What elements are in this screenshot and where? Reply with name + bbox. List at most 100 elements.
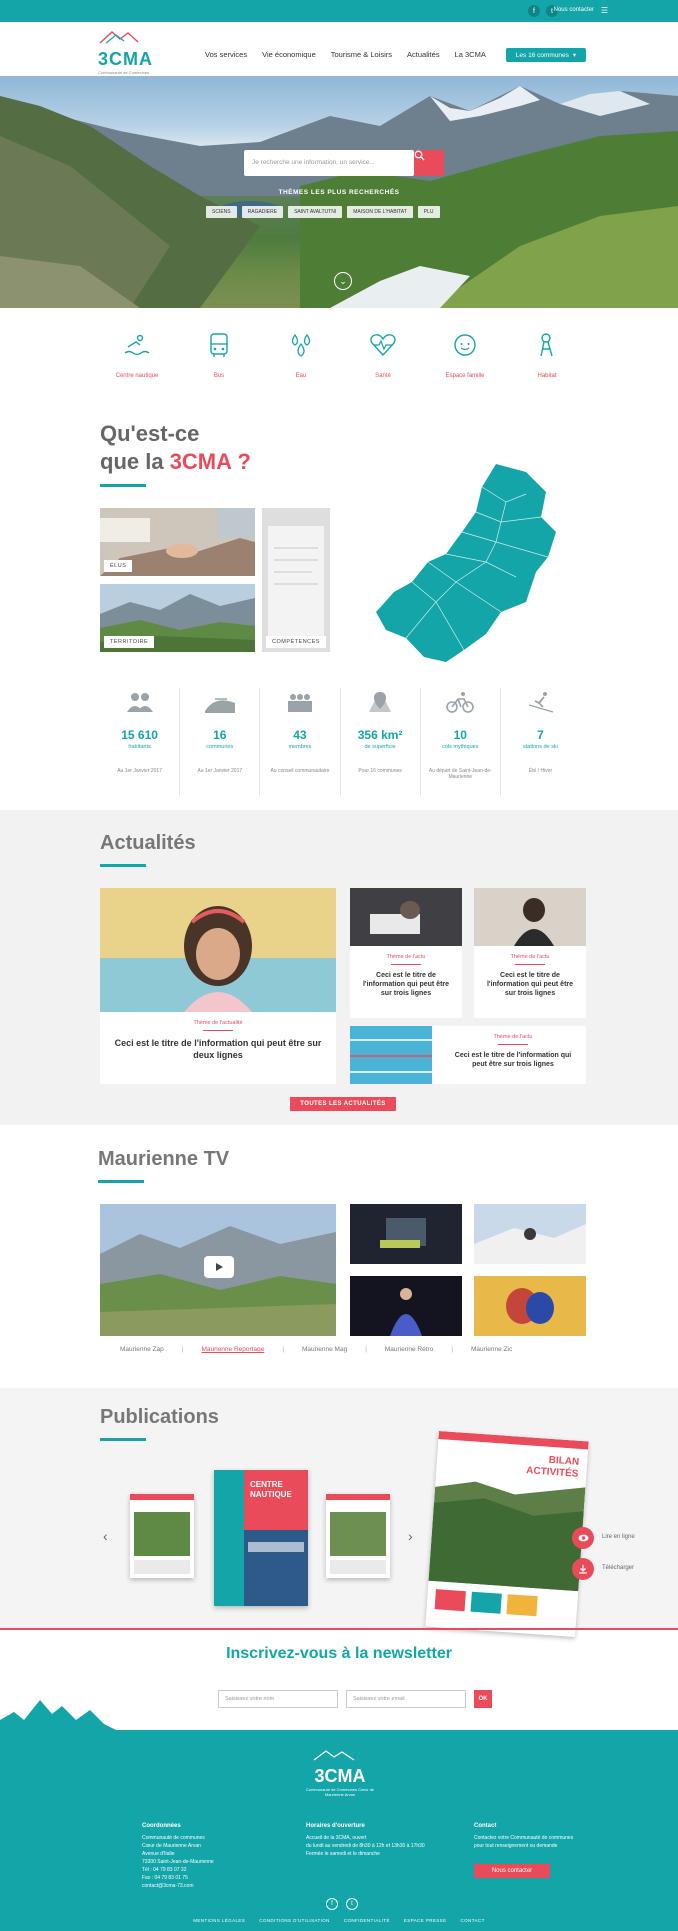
top-bar: f t Nous contacter ☰ bbox=[0, 0, 678, 22]
stat-note: Été / Hiver bbox=[528, 768, 553, 774]
news-theme: Thème de l'actu bbox=[510, 954, 550, 960]
search-icon bbox=[414, 150, 425, 161]
site-logo[interactable]: 3CMA Communauté de Communes Cœur de Maur… bbox=[98, 30, 158, 80]
tv-video-thumb[interactable] bbox=[350, 1276, 462, 1336]
publication-cover[interactable] bbox=[130, 1494, 194, 1578]
carousel-next-icon[interactable]: › bbox=[408, 1528, 413, 1544]
popular-tag[interactable]: MAISON DE L'HABITAT bbox=[347, 206, 413, 218]
news-featured-image bbox=[100, 888, 336, 1012]
tile-territoire[interactable]: TERRITOIRE bbox=[100, 584, 255, 652]
footer-link[interactable]: CONDITIONS D'UTILISATION bbox=[259, 1918, 330, 1923]
popular-tag[interactable]: PLU bbox=[417, 206, 440, 218]
publication-cover-centre-nautique[interactable]: CENTRE NAUTIQUE bbox=[214, 1470, 308, 1606]
scroll-down-icon[interactable]: ⌄ bbox=[334, 272, 352, 290]
service-habitat[interactable]: Habitat bbox=[512, 330, 582, 379]
news-title-underline bbox=[100, 864, 146, 867]
menu-icon[interactable]: ☰ bbox=[601, 6, 608, 15]
footer-logo[interactable]: 3CMA Communauté de Communes Cœur de Maur… bbox=[300, 1748, 380, 1797]
service-label: Centre nautique bbox=[115, 373, 159, 379]
download-label[interactable]: Télécharger bbox=[602, 1565, 634, 1571]
newsletter-title: Inscrivez-vous à la newsletter bbox=[226, 1645, 452, 1662]
popular-tag[interactable]: RAGADIERE bbox=[241, 206, 284, 218]
tab-maurienne-mag[interactable]: Maurienne Mag bbox=[302, 1346, 347, 1353]
search-button[interactable] bbox=[414, 150, 444, 176]
read-online-label[interactable]: Lire en ligne bbox=[602, 1534, 635, 1540]
employees-icon bbox=[287, 694, 312, 712]
footer-link[interactable]: ESPACE PRESSE bbox=[404, 1918, 447, 1923]
tv-video-thumb[interactable] bbox=[350, 1204, 462, 1264]
nav-item-services[interactable]: Vos services bbox=[205, 50, 247, 59]
tv-video-thumb[interactable] bbox=[474, 1276, 586, 1336]
popular-tag[interactable]: SCIENS bbox=[206, 206, 237, 218]
publication-featured-report[interactable]: BILAN ACTIVITÉS bbox=[425, 1431, 589, 1637]
contact-link[interactable]: Nous contacter bbox=[554, 7, 594, 13]
service-swimming[interactable]: Centre nautique bbox=[102, 330, 172, 379]
tile-competences[interactable]: COMPÉTENCES bbox=[262, 508, 330, 652]
tile-label: ÉLUS bbox=[104, 560, 133, 572]
tab-maurienne-reportage[interactable]: Maurienne Reportage bbox=[201, 1346, 264, 1353]
twitter-icon[interactable]: t bbox=[346, 1898, 358, 1910]
stat-number: 10 bbox=[453, 728, 467, 742]
tv-video-thumb[interactable] bbox=[474, 1204, 586, 1264]
tab-maurienne-zap[interactable]: Maurienne Zap bbox=[120, 1346, 164, 1353]
tab-maurienne-retro[interactable]: Maurienne Rétro bbox=[385, 1346, 433, 1353]
news-card[interactable]: Thème de l'actu Ceci est le titre de l'i… bbox=[350, 1026, 586, 1084]
publication-cover[interactable] bbox=[326, 1494, 390, 1578]
service-water[interactable]: Eau bbox=[266, 330, 336, 379]
communes-dropdown-button[interactable]: Les 16 communes ▾ bbox=[506, 48, 586, 62]
news-headline: Ceci est le titre de l'information qui p… bbox=[362, 972, 450, 997]
footer-line: du lundi au vendredi de 8h30 à 12h et 13… bbox=[306, 1843, 425, 1849]
service-health[interactable]: Santé bbox=[348, 330, 418, 379]
news-card[interactable]: Thème de l'actu Ceci est le titre de l'i… bbox=[474, 888, 586, 1018]
key-figures: 15 610 habitants Au 1er Janvier 2017 16 … bbox=[100, 688, 580, 796]
publication-cover-image bbox=[326, 1494, 390, 1578]
popular-tag[interactable]: SAINT AVALTUTNI bbox=[288, 206, 343, 218]
service-family[interactable]: Espace famille bbox=[430, 330, 500, 379]
nav-item-3cma[interactable]: La 3CMA bbox=[455, 50, 486, 59]
download-button[interactable] bbox=[572, 1558, 594, 1580]
publication-cover-title: CENTRE NAUTIQUE bbox=[250, 1480, 292, 1499]
about-title: Qu'est-ce que la 3CMA ? bbox=[100, 420, 251, 476]
tv-video-thumbnail bbox=[350, 1204, 462, 1264]
tile-elus[interactable]: ÉLUS bbox=[100, 508, 255, 576]
search-input[interactable]: Je recherche une information, un service… bbox=[244, 150, 414, 176]
stat-number: 7 bbox=[537, 728, 544, 742]
news-theme-separator bbox=[515, 964, 545, 965]
territory-map[interactable] bbox=[376, 462, 576, 667]
read-online-button[interactable] bbox=[572, 1527, 594, 1549]
news-card[interactable]: Thème de l'actu Ceci est le titre de l'i… bbox=[350, 888, 462, 1018]
facebook-icon[interactable]: f bbox=[528, 5, 540, 17]
search-placeholder: Je recherche une information, un service… bbox=[252, 159, 375, 166]
footer-email-link[interactable]: contact@3cma-73.com bbox=[142, 1882, 282, 1890]
stat-number: 16 bbox=[213, 728, 227, 742]
news-card-body: Thème de l'actu Ceci est le titre de l'i… bbox=[440, 1026, 586, 1069]
hero-banner: Je recherche une information, un service… bbox=[0, 76, 678, 308]
about-title-underline bbox=[100, 484, 146, 487]
play-button-icon[interactable] bbox=[204, 1256, 234, 1278]
nav-item-economy[interactable]: Vie économique bbox=[262, 50, 316, 59]
tv-title: Maurienne TV bbox=[98, 1148, 230, 1170]
footer-contact-button[interactable]: Nous contacter bbox=[474, 1864, 550, 1878]
stat-item: 15 610 habitants Au 1er Janvier 2017 bbox=[100, 688, 181, 796]
tv-featured-video[interactable] bbox=[100, 1204, 336, 1336]
tab-maurienne-zic[interactable]: Maurienne Zic bbox=[471, 1346, 512, 1353]
service-label: Santé bbox=[375, 373, 391, 379]
nav-item-news[interactable]: Actualités bbox=[407, 50, 440, 59]
logo-mountains-icon bbox=[313, 1750, 355, 1761]
bus-icon bbox=[210, 333, 228, 357]
stat-unit: stations de ski bbox=[523, 744, 558, 750]
baby-face-icon bbox=[454, 334, 476, 356]
footer-link[interactable]: CONFIDENTIALITÉ bbox=[344, 1918, 390, 1923]
news-featured-card[interactable]: Thème de l'actualité Ceci est le titre d… bbox=[100, 888, 336, 1084]
service-bus[interactable]: Bus bbox=[184, 330, 254, 379]
facebook-icon[interactable]: f bbox=[326, 1898, 338, 1910]
footer-line: Cœur de Maurienne Arvan bbox=[142, 1843, 201, 1849]
footer-link[interactable]: MENTIONS LÉGALES bbox=[193, 1918, 245, 1923]
footer-link[interactable]: CONTACT bbox=[461, 1918, 485, 1923]
footer-contact: Contact Contactez votre Communauté de co… bbox=[474, 1822, 614, 1850]
carousel-prev-icon[interactable]: ‹ bbox=[103, 1528, 108, 1544]
nav-item-tourism[interactable]: Tourisme & Loisirs bbox=[331, 50, 392, 59]
stat-item: 356 km² de superficie Pour 16 communes bbox=[341, 688, 421, 796]
all-news-button[interactable]: TOUTES LES ACTUALITÉS bbox=[290, 1097, 396, 1111]
popular-tags: SCIENS RAGADIERE SAINT AVALTUTNI MAISON … bbox=[206, 206, 440, 218]
